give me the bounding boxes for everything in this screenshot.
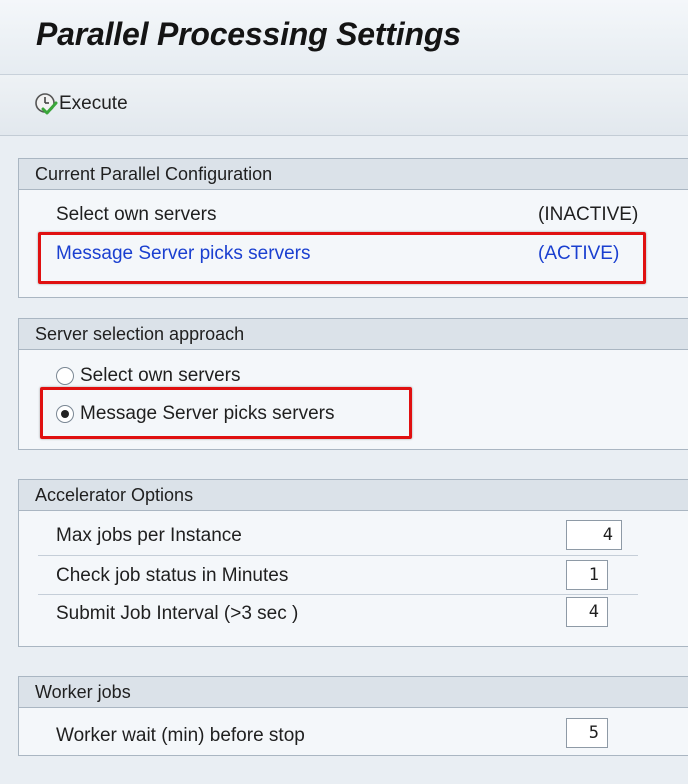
highlight-active-config	[38, 232, 646, 284]
accelerator-heading: Accelerator Options	[19, 480, 688, 511]
toolbar: Execute	[0, 75, 688, 136]
worker-wait-label: Worker wait (min) before stop	[56, 725, 305, 746]
current-config-heading: Current Parallel Configuration	[19, 159, 688, 190]
submit-interval-label: Submit Job Interval (>3 sec )	[56, 603, 299, 624]
row-divider	[38, 555, 638, 556]
title-bar: Parallel Processing Settings	[0, 0, 688, 75]
execute-icon	[34, 92, 58, 116]
config-row-own-label: Select own servers	[56, 204, 217, 225]
page-title: Parallel Processing Settings	[36, 16, 461, 52]
radio-label-own[interactable]: Select own servers	[80, 365, 241, 387]
execute-button[interactable]: Execute	[34, 89, 128, 119]
config-row-own-status: (INACTIVE)	[538, 204, 639, 225]
max-jobs-label: Max jobs per Instance	[56, 525, 242, 546]
worker-wait-input[interactable]: 5	[566, 718, 608, 748]
row-divider	[38, 594, 638, 595]
highlight-selected-option	[40, 387, 412, 439]
check-status-label: Check job status in Minutes	[56, 565, 289, 586]
worker-heading: Worker jobs	[19, 677, 688, 708]
radio-button-own[interactable]	[56, 367, 74, 385]
check-status-input[interactable]: 1	[566, 560, 608, 590]
max-jobs-input[interactable]: 4	[566, 520, 622, 550]
submit-interval-input[interactable]: 4	[566, 597, 608, 627]
execute-label: Execute	[59, 93, 128, 114]
server-selection-heading: Server selection approach	[19, 319, 688, 350]
